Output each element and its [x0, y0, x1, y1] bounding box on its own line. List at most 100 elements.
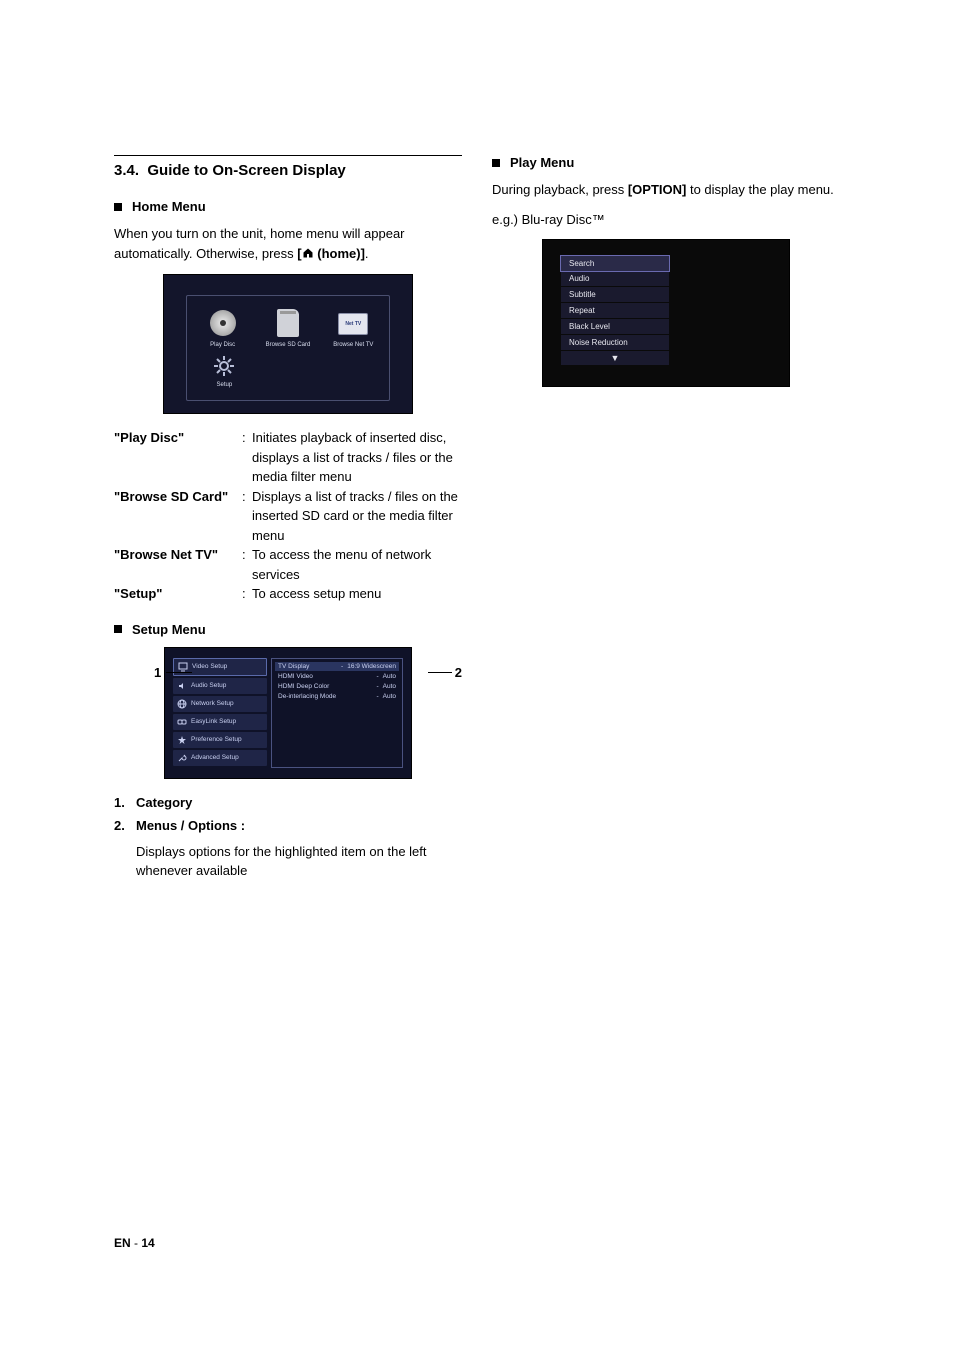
home-menu-screenshot: Play Disc Browse SD Card Net TV Browse N…	[163, 274, 413, 414]
setup-item-label: Audio Setup	[191, 682, 226, 689]
tile-browse-sd: Browse SD Card	[258, 304, 317, 348]
def-val: To access the menu of network services	[252, 545, 462, 584]
star-icon	[177, 735, 187, 745]
setup-item-advanced: Advanced Setup	[173, 750, 267, 766]
callout-line-right	[428, 672, 452, 674]
home-menu-header: Home Menu	[114, 199, 462, 214]
tile-browse-net-label: Browse Net TV	[324, 342, 383, 348]
callout-line-left	[166, 672, 192, 674]
footer-lang: EN	[114, 1236, 131, 1250]
play-menu-label: Play Menu	[510, 155, 574, 170]
setup-category-list: Video Setup Audio Setup Network Setup Ea…	[173, 658, 267, 768]
def-colon: :	[242, 428, 252, 487]
tile-setup: Setup	[193, 354, 256, 388]
setup-menu-label: Setup Menu	[132, 622, 206, 637]
tile-browse-sd-label: Browse SD Card	[258, 342, 317, 348]
def-row: "Browse Net TV" : To access the menu of …	[114, 545, 462, 584]
def-colon: :	[242, 545, 252, 584]
square-bullet-icon	[114, 203, 122, 211]
option-label: De-interlacing Mode	[278, 693, 372, 700]
option-row: TV Display-16:9 Widescreen	[275, 662, 399, 671]
square-bullet-icon	[114, 625, 122, 633]
legend-number: 1.	[114, 793, 136, 813]
legend-body: Displays options for the highlighted ite…	[136, 842, 462, 881]
setup-menu-figure: 1 2 Video Setup Audio Setup Network Setu…	[114, 647, 462, 779]
legend-number: 2.	[114, 816, 136, 836]
link-icon	[177, 717, 187, 727]
setup-menu-screenshot: Video Setup Audio Setup Network Setup Ea…	[164, 647, 412, 779]
square-bullet-icon	[492, 159, 500, 167]
home-menu-definitions: "Play Disc" : Initiates playback of inse…	[114, 428, 462, 604]
legend-head: Menus / Options :	[136, 816, 245, 836]
disc-icon	[210, 310, 236, 336]
monitor-icon	[178, 662, 188, 672]
setup-item-label: Preference Setup	[191, 736, 242, 743]
intro-period: .	[365, 246, 369, 261]
setup-item-audio: Audio Setup	[173, 678, 267, 694]
option-value: 16:9 Widescreen	[347, 663, 396, 670]
tile-browse-net: Net TV Browse Net TV	[324, 304, 383, 348]
play-item-noise-reduction: Noise Reduction	[561, 335, 669, 351]
play-item-black-level: Black Level	[561, 319, 669, 335]
play-item-search: Search	[560, 255, 670, 272]
option-label: TV Display	[278, 663, 337, 670]
play-menu-header: Play Menu	[492, 155, 840, 170]
home-menu-intro: When you turn on the unit, home menu wil…	[114, 224, 462, 264]
callout-2: 2	[455, 665, 462, 680]
def-row: "Browse SD Card" : Displays a list of tr…	[114, 487, 462, 546]
home-menu-label: Home Menu	[132, 199, 206, 214]
tile-play-disc-label: Play Disc	[193, 342, 252, 348]
section-heading: 3.4. Guide to On-Screen Display	[114, 155, 462, 179]
play-menu-example: e.g.) Blu-ray Disc™	[492, 210, 840, 230]
net-tv-badge: Net TV	[345, 321, 361, 327]
globe-icon	[177, 699, 187, 709]
home-icon	[302, 245, 314, 265]
option-value: Auto	[383, 673, 396, 680]
play-menu-screenshot: Search Audio Subtitle Repeat Black Level…	[542, 239, 790, 387]
setup-item-label: Advanced Setup	[191, 754, 239, 761]
setup-menu-header: Setup Menu	[114, 622, 462, 637]
def-key: "Setup"	[114, 584, 242, 604]
footer-page: 14	[141, 1236, 154, 1250]
section-number: 3.4.	[114, 162, 139, 179]
callout-1: 1	[154, 665, 161, 680]
play-intro-a: During playback, press	[492, 182, 628, 197]
legend-row: 1. Category	[114, 793, 462, 813]
page-footer: EN - 14	[114, 1236, 155, 1250]
wrench-icon	[177, 753, 187, 763]
play-item-subtitle: Subtitle	[561, 287, 669, 303]
option-value: Auto	[383, 693, 396, 700]
footer-dash: -	[131, 1236, 142, 1250]
setup-item-label: Network Setup	[191, 700, 234, 707]
play-menu-intro: During playback, press [OPTION] to displ…	[492, 180, 840, 200]
sd-card-icon	[277, 309, 299, 337]
option-row: HDMI Deep Color-Auto	[278, 683, 396, 690]
def-row: "Play Disc" : Initiates playback of inse…	[114, 428, 462, 487]
play-item-repeat: Repeat	[561, 303, 669, 319]
def-val: Displays a list of tracks / files on the…	[252, 487, 462, 546]
def-key: "Browse Net TV"	[114, 545, 242, 584]
def-row: "Setup" : To access setup menu	[114, 584, 462, 604]
def-val: To access setup menu	[252, 584, 462, 604]
option-value: Auto	[383, 683, 396, 690]
setup-menu-legend: 1. Category 2. Menus / Options : Display…	[114, 793, 462, 881]
play-intro-c: to display the play menu.	[686, 182, 833, 197]
option-label: HDMI Video	[278, 673, 372, 680]
speaker-icon	[177, 681, 187, 691]
intro-home-label: (home)]	[314, 246, 365, 261]
tile-setup-label: Setup	[193, 382, 256, 388]
def-key: "Browse SD Card"	[114, 487, 242, 546]
play-item-audio: Audio	[561, 271, 669, 287]
tile-play-disc: Play Disc	[193, 304, 252, 348]
option-row: HDMI Video-Auto	[278, 673, 396, 680]
section-title-text: Guide to On-Screen Display	[147, 162, 345, 179]
setup-item-label: EasyLink Setup	[191, 718, 236, 725]
setup-item-network: Network Setup	[173, 696, 267, 712]
play-menu-list: Search Audio Subtitle Repeat Black Level…	[561, 256, 669, 365]
chevron-down-icon: ▼	[561, 351, 669, 365]
def-val: Initiates playback of inserted disc, dis…	[252, 428, 462, 487]
legend-head: Category	[136, 793, 192, 813]
def-colon: :	[242, 584, 252, 604]
setup-item-preference: Preference Setup	[173, 732, 267, 748]
option-row: De-interlacing Mode-Auto	[278, 693, 396, 700]
